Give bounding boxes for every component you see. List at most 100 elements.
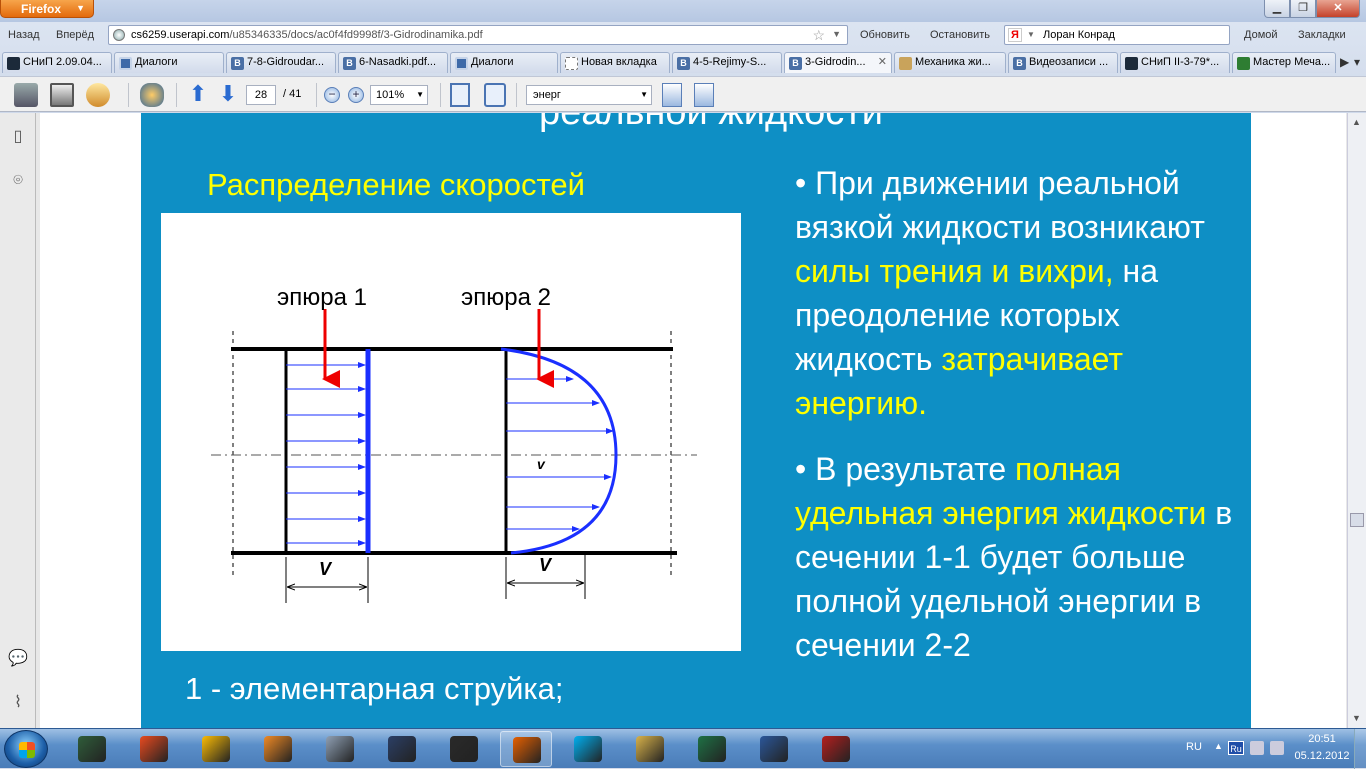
profile-1-label: эпюра 1: [277, 284, 367, 311]
navigation-panel: ▯ ⌾ 💬 ⌇: [0, 113, 36, 728]
start-button[interactable]: [4, 730, 48, 768]
tab-item[interactable]: СНиП II-3-79*...: [1120, 52, 1230, 73]
taskbar-app-button[interactable]: [686, 731, 738, 767]
taskbar-app-button[interactable]: [190, 731, 242, 767]
collaborate-icon[interactable]: [140, 83, 164, 107]
tab-close-icon[interactable]: ✕: [878, 55, 887, 68]
taskbar-app-button[interactable]: [500, 731, 552, 767]
tray-expand-icon[interactable]: ▲: [1214, 741, 1223, 751]
taskbar-app-button[interactable]: [66, 731, 118, 767]
zoom-select[interactable]: 101% ▼: [370, 85, 428, 105]
search-engine-dropdown-icon[interactable]: ▼: [1027, 30, 1035, 39]
clock-date[interactable]: 05.12.2012: [1292, 750, 1352, 762]
taskbar-app-button[interactable]: [562, 731, 614, 767]
refresh-button[interactable]: Обновить: [860, 29, 910, 41]
taskbar-app-button[interactable]: [438, 731, 490, 767]
firefox-button-label: Firefox: [21, 2, 62, 16]
find-value: энерг: [533, 89, 561, 101]
tab-item[interactable]: Диалоги: [450, 52, 558, 73]
page-number-input[interactable]: 28: [246, 85, 276, 105]
vertical-scrollbar[interactable]: ▲ ▼: [1347, 113, 1366, 728]
snip-icon: [1237, 57, 1250, 70]
firefox-menu-button[interactable]: Firefox ▼: [0, 0, 94, 18]
url-dropdown-icon[interactable]: ▼: [832, 29, 841, 39]
url-bar[interactable]: cs6259.userapi.com/u85346335/docs/ac0f4f…: [108, 25, 848, 45]
folder-icon: [636, 736, 664, 762]
search-box[interactable]: Я ▼ Лоран Конрад: [1004, 25, 1230, 45]
back-button[interactable]: Назад: [8, 29, 40, 41]
maximize-button[interactable]: ❐: [1290, 0, 1316, 18]
tab-item[interactable]: Мастер Меча...: [1232, 52, 1336, 73]
taskbar-app-button[interactable]: [128, 731, 180, 767]
tab-item[interactable]: В 6-Nasadki.pdf...: [338, 52, 448, 73]
find-next-icon[interactable]: [694, 83, 714, 107]
word-icon: [760, 736, 788, 762]
chevron-down-icon: ▼: [416, 90, 424, 99]
zoom-in-icon[interactable]: +: [348, 87, 364, 103]
tab-label: 4-5-Rejimy-S...: [693, 56, 767, 68]
bullet-text: • При движении реальной вязкой жидкости …: [795, 165, 1205, 245]
taskbar-app-button[interactable]: [748, 731, 800, 767]
search-box-text: Лоран Конрад: [1043, 29, 1115, 41]
scrollbar-thumb[interactable]: [1350, 513, 1364, 527]
tab-item[interactable]: Диалоги: [114, 52, 224, 73]
show-desktop-button[interactable]: [1354, 729, 1366, 769]
share-icon[interactable]: [86, 83, 110, 107]
profile-2-label: эпюра 2: [461, 284, 551, 311]
bookmark-star-icon[interactable]: ☆: [812, 27, 825, 44]
network-icon[interactable]: [1250, 741, 1264, 755]
tab-list-icon[interactable]: ▾: [1354, 55, 1360, 69]
folder-icon: [899, 57, 912, 70]
pdf-page: реальной жидкости Распределение скоросте…: [40, 113, 1346, 728]
pdf-viewer: ▯ ⌾ 💬 ⌇ реальной жидкости Распределение …: [0, 113, 1366, 728]
pages-icon[interactable]: ▯: [8, 127, 28, 147]
scroll-down-icon[interactable]: ▼: [1352, 713, 1361, 723]
profile-2-arrows: [506, 376, 614, 532]
taskbar-app-button[interactable]: [810, 731, 862, 767]
snip-icon: [1125, 57, 1138, 70]
comments-icon[interactable]: 💬: [8, 649, 28, 669]
find-input[interactable]: энерг ▼: [526, 85, 652, 105]
calculator-icon: [326, 736, 354, 762]
stop-button[interactable]: Остановить: [930, 29, 990, 41]
tab-item[interactable]: Новая вкладка: [560, 52, 670, 73]
minimize-button[interactable]: ▁: [1264, 0, 1290, 18]
tab-scroll-right-icon[interactable]: ▶: [1340, 55, 1349, 69]
taskbar-app-button[interactable]: [252, 731, 304, 767]
tab-item[interactable]: В Видеозаписи ...: [1008, 52, 1118, 73]
forward-button[interactable]: Вперёд: [56, 29, 94, 41]
next-page-icon[interactable]: ⬇: [216, 83, 240, 107]
bookmarks-button[interactable]: Закладки: [1298, 29, 1346, 41]
inner-velocity-label: v: [537, 456, 546, 472]
keyboard-layout[interactable]: Ru: [1228, 741, 1244, 755]
close-button[interactable]: ✕: [1316, 0, 1360, 18]
print-icon[interactable]: [14, 83, 38, 107]
tab-item[interactable]: В 4-5-Rejimy-S...: [672, 52, 782, 73]
tab-label: 3-Gidrodin...: [805, 56, 866, 68]
browser-chrome: Firefox ▼ ▁ ❐ ✕ Назад Вперёд cs6259.usera…: [0, 0, 1366, 114]
snip-icon: [7, 57, 20, 70]
attachment-icon[interactable]: ⌇: [8, 693, 28, 713]
language-indicator[interactable]: RU: [1186, 741, 1202, 753]
binoculars-icon[interactable]: ⌾: [8, 171, 28, 191]
save-icon[interactable]: [50, 83, 74, 107]
taskbar-app-button[interactable]: [376, 731, 428, 767]
find-previous-icon[interactable]: [662, 83, 682, 107]
tab-item[interactable]: В 3-Gidrodin... ✕: [784, 52, 892, 73]
taskbar-app-button[interactable]: [624, 731, 676, 767]
toolbar-divider: [176, 83, 177, 107]
vk-icon: В: [1013, 57, 1026, 70]
fit-width-icon[interactable]: [450, 83, 470, 107]
clock-time[interactable]: 20:51: [1292, 733, 1352, 745]
tab-item[interactable]: СНиП 2.09.04...: [2, 52, 112, 73]
tab-item[interactable]: Механика жи...: [894, 52, 1006, 73]
tab-item[interactable]: В 7-8-Gidroudar...: [226, 52, 336, 73]
previous-page-icon[interactable]: ⬆: [186, 83, 210, 107]
volume-icon[interactable]: [1270, 741, 1284, 755]
chevron-down-icon: ▼: [640, 90, 648, 99]
zoom-out-icon[interactable]: −: [324, 87, 340, 103]
taskbar-app-button[interactable]: [314, 731, 366, 767]
home-button[interactable]: Домой: [1244, 29, 1278, 41]
scroll-up-icon[interactable]: ▲: [1352, 117, 1361, 127]
fit-page-icon[interactable]: [484, 83, 506, 107]
